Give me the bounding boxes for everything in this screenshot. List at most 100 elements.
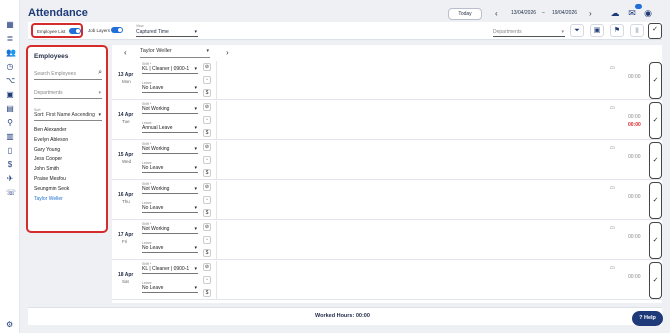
shift-select[interactable]: KL | Cleaner | 0900-1 ▾ [142, 266, 198, 274]
next-week-icon[interactable]: › [589, 9, 592, 18]
date-from[interactable]: 13/04/2026 [511, 10, 536, 16]
clipboard-icon[interactable]: ▣ [6, 91, 14, 99]
approve-check-icon[interactable]: ✓ [649, 262, 662, 299]
timeline-area[interactable] [216, 261, 621, 299]
lock-icon[interactable]: ▫ [203, 156, 211, 164]
list-icon[interactable]: ≣ [6, 35, 14, 43]
day-row: 14 Apr Tue Shift * Not Working ▾ Leave Annual … [112, 101, 662, 140]
phone-icon[interactable]: ☏ [6, 189, 16, 197]
departments-filter[interactable]: Departments ▾ [493, 29, 565, 37]
calendar-icon[interactable]: ▤ [6, 105, 14, 113]
employees-departments-select[interactable]: Departments ▾ [34, 90, 102, 99]
shift-select[interactable]: KL | Cleaner | 0900-1 ▾ [142, 66, 198, 74]
employee-item[interactable]: Ben Alexander [34, 126, 104, 136]
dollar-icon[interactable]: $ [203, 89, 211, 97]
day-date: 16 Apr [118, 192, 134, 198]
comment-icon[interactable]: ▭ [610, 185, 615, 191]
lock-icon[interactable]: ▫ [203, 236, 211, 244]
clock-off-icon[interactable]: ⊘ [203, 143, 211, 151]
building-icon[interactable]: ▥ [6, 133, 14, 141]
leave-select[interactable]: No Leave ▾ [142, 285, 198, 293]
chevron-down-icon: ▾ [194, 266, 197, 272]
user-avatar-icon[interactable]: ◉ [643, 8, 653, 18]
leave-select[interactable]: Annual Leave ▾ [142, 125, 198, 133]
dashboard-icon[interactable]: ▦ [6, 21, 14, 29]
shift-select[interactable]: Not Working ▾ [142, 146, 198, 154]
view-select[interactable]: Captured Time ▾ [136, 29, 198, 37]
lock-icon[interactable]: ▫ [203, 76, 211, 84]
location-pin-icon[interactable]: ⚲ [6, 119, 14, 127]
date-to[interactable]: 19/04/2026 [552, 10, 577, 16]
filter-icon[interactable]: ⏷ [570, 24, 584, 37]
comment-icon[interactable]: ▭ [610, 265, 615, 271]
dollar-icon[interactable]: $ [203, 129, 211, 137]
leave-select[interactable]: No Leave ▾ [142, 205, 198, 213]
clock-off-icon[interactable]: ⊘ [203, 103, 211, 111]
comment-icon[interactable]: ▭ [610, 145, 615, 151]
dollar-icon[interactable]: $ [203, 169, 211, 177]
employee-item[interactable]: Jess Cooper [34, 155, 104, 165]
shift-select[interactable]: Not Working ▾ [142, 106, 198, 114]
job-layers-toggle[interactable] [111, 27, 123, 33]
dollar-icon[interactable]: $ [203, 249, 211, 257]
prev-employee-icon[interactable]: ‹ [124, 48, 127, 57]
clock-off-icon[interactable]: ⊘ [203, 63, 211, 71]
shift-select[interactable]: Not Working ▾ [142, 186, 198, 194]
comment-icon[interactable]: ▭ [610, 65, 615, 71]
today-button[interactable]: Today [448, 8, 482, 20]
delete-icon[interactable]: ▮ [630, 24, 644, 37]
approve-check-icon[interactable]: ✓ [649, 102, 662, 139]
flag-icon[interactable]: ⚑ [610, 24, 624, 37]
dollar-icon[interactable]: $ [6, 161, 14, 169]
next-employee-icon[interactable]: › [226, 48, 229, 57]
employee-item[interactable]: Gary Young [34, 146, 104, 156]
org-chart-icon[interactable]: ⌥ [6, 77, 15, 85]
search-icon[interactable]: ⌕ [98, 69, 102, 77]
timeline-area[interactable] [216, 221, 621, 259]
employee-item[interactable]: John Smith [34, 165, 104, 175]
chevron-down-icon: ▾ [194, 165, 197, 171]
approve-all-check-icon[interactable]: ✓ [648, 23, 662, 39]
mail-icon[interactable]: ✉ [627, 8, 637, 18]
timeline-area[interactable] [216, 61, 621, 99]
dollar-icon[interactable]: $ [203, 209, 211, 217]
clock-off-icon[interactable]: ⊘ [203, 263, 211, 271]
document-icon[interactable]: ▯ [6, 147, 14, 155]
lock-icon[interactable]: ▫ [203, 116, 211, 124]
settings-gear-icon[interactable]: ⚙ [6, 320, 13, 329]
leave-select[interactable]: No Leave ▾ [142, 245, 198, 253]
comment-icon[interactable]: ▭ [610, 105, 615, 111]
shift-select[interactable]: Not Working ▾ [142, 226, 198, 234]
people-icon[interactable]: 👥 [6, 49, 16, 57]
approve-check-icon[interactable]: ✓ [649, 222, 662, 259]
employee-item[interactable]: Seungmin Seok [34, 185, 104, 195]
dollar-icon[interactable]: $ [203, 289, 211, 297]
cloud-icon[interactable]: ☁ [610, 8, 620, 18]
employee-list-toggle[interactable] [69, 28, 81, 34]
sort-select[interactable]: Sort: First Name Ascending ▾ [34, 112, 102, 121]
search-employees-input[interactable]: Search Employees ⌕ [34, 69, 102, 80]
plane-icon[interactable]: ✈ [6, 175, 14, 183]
employee-item[interactable]: Praise Mesfou [34, 175, 104, 185]
employee-item[interactable]: Evelyn Ableson [34, 136, 104, 146]
save-icon[interactable]: ▣ [590, 24, 604, 37]
clock-icon[interactable]: ◷ [6, 63, 14, 71]
comment-icon[interactable]: ▭ [610, 225, 615, 231]
timeline-area[interactable] [216, 141, 621, 179]
timeline-area[interactable] [216, 101, 621, 139]
approve-check-icon[interactable]: ✓ [649, 182, 662, 219]
approve-check-icon[interactable]: ✓ [649, 62, 662, 99]
leave-select[interactable]: No Leave ▾ [142, 165, 198, 173]
prev-week-icon[interactable]: ‹ [495, 9, 498, 18]
approve-check-icon[interactable]: ✓ [649, 142, 662, 179]
lock-icon[interactable]: ▫ [203, 196, 211, 204]
leave-select[interactable]: No Leave ▾ [142, 85, 198, 93]
help-button[interactable]: ? Help [632, 311, 663, 326]
chevron-down-icon: ▾ [194, 226, 197, 232]
employee-item-selected[interactable]: Taylor Weller [34, 195, 104, 205]
lock-icon[interactable]: ▫ [203, 276, 211, 284]
timeline-area[interactable] [216, 181, 621, 219]
employee-select[interactable]: Taylor Weller ▾ [140, 48, 210, 58]
clock-off-icon[interactable]: ⊘ [203, 183, 211, 191]
clock-off-icon[interactable]: ⊘ [203, 223, 211, 231]
